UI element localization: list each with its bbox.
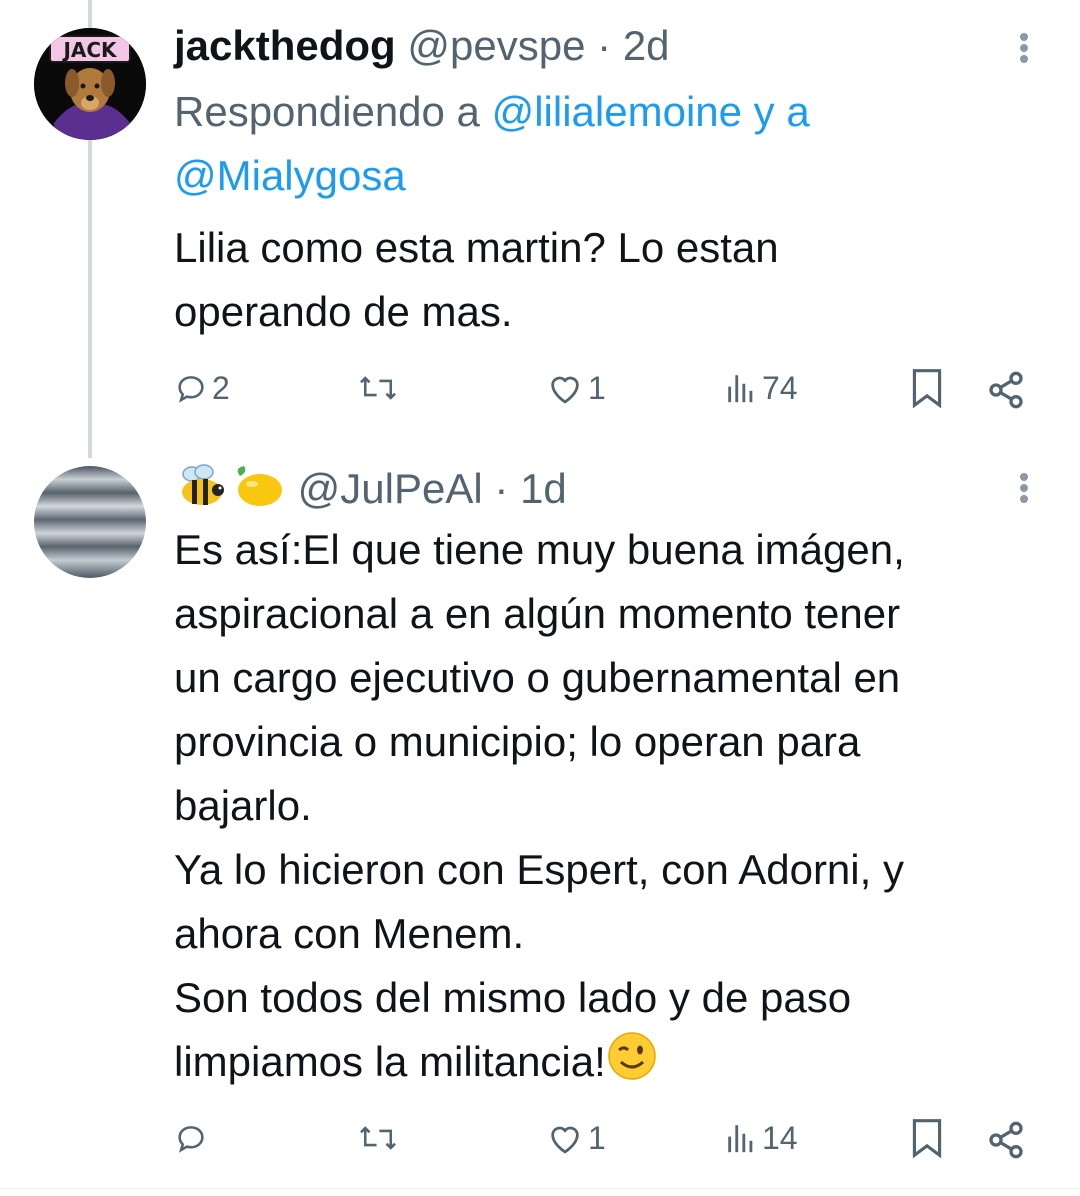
tweet-text: Es así:El que tiene muy buena imágen, as… bbox=[174, 518, 1044, 1100]
share-button[interactable] bbox=[986, 1116, 1026, 1164]
more-icon[interactable] bbox=[1016, 30, 1032, 70]
tweet-text-line: Lilia como esta martin? Lo estan bbox=[174, 224, 779, 271]
tweet-text-line: aspiracional a en algún momento tener bbox=[174, 590, 901, 637]
username[interactable]: jackthedog bbox=[174, 22, 396, 69]
mention-link[interactable]: @Mialygosa bbox=[174, 152, 406, 199]
handle[interactable]: @pevspe bbox=[407, 22, 585, 69]
views-icon bbox=[728, 375, 753, 403]
tweet-text-line: Ya lo hicieron con Espert, con Adorni, y bbox=[174, 846, 904, 893]
like-button[interactable]: 1 bbox=[546, 364, 606, 412]
reply-button[interactable]: 2 bbox=[174, 364, 230, 412]
separator: · bbox=[494, 465, 509, 513]
retweet-button[interactable] bbox=[356, 1114, 404, 1162]
bookmark-icon bbox=[912, 1119, 942, 1159]
tweet-text-line: provincia o municipio; lo operan para bbox=[174, 718, 861, 765]
reply-button[interactable] bbox=[174, 1114, 212, 1162]
share-icon bbox=[989, 1121, 1023, 1159]
lemon-emoji bbox=[230, 462, 286, 522]
more-icon[interactable] bbox=[1016, 470, 1032, 510]
like-icon bbox=[551, 376, 579, 404]
tweet-text-line: Es así:El que tiene muy buena imágen, bbox=[174, 526, 905, 573]
mention-link[interactable]: @lilialemoine bbox=[492, 88, 742, 135]
reply-icon bbox=[178, 1126, 204, 1153]
tweet-text-line: operando de mas. bbox=[174, 288, 513, 335]
views-button[interactable]: 74 bbox=[724, 364, 798, 412]
reply-icon bbox=[178, 376, 204, 403]
handle[interactable]: @JulPeAl bbox=[298, 465, 483, 512]
retweet-icon bbox=[360, 1126, 396, 1150]
avatar-label: JACK bbox=[61, 38, 118, 62]
avatar[interactable]: JACK bbox=[34, 28, 146, 140]
tweet-text-line: bajarlo. bbox=[174, 782, 312, 829]
bookmark-button[interactable] bbox=[908, 1114, 946, 1162]
tweet-text-line: ahora con Menem. bbox=[174, 910, 525, 957]
bookmark-icon bbox=[912, 369, 942, 409]
tweet-text-line: limpiamos la militancia! bbox=[174, 1038, 606, 1086]
retweet-button[interactable] bbox=[356, 364, 404, 412]
share-button[interactable] bbox=[986, 366, 1026, 414]
divider bbox=[0, 1188, 1080, 1189]
share-icon bbox=[989, 371, 1023, 409]
wink-emoji bbox=[606, 1030, 658, 1100]
reply-count: 2 bbox=[212, 369, 230, 406]
views-button[interactable]: 14 bbox=[724, 1114, 798, 1162]
tweet-header: jackthedog @pevspe · 2d bbox=[174, 20, 670, 72]
bee-emoji bbox=[174, 462, 230, 522]
like-icon bbox=[551, 1126, 579, 1154]
tweet-header: @JulPeAl · 1d bbox=[174, 462, 567, 522]
like-count: 1 bbox=[588, 1119, 606, 1156]
separator: · bbox=[597, 22, 612, 69]
reply-context: Respondiendo a @lilialemoine y a @Mialyg… bbox=[174, 80, 1034, 208]
retweet-icon bbox=[360, 376, 396, 400]
bookmark-button[interactable] bbox=[908, 364, 946, 412]
avatar[interactable] bbox=[34, 466, 146, 578]
reply-joiner: y a bbox=[753, 88, 810, 135]
like-button[interactable]: 1 bbox=[546, 1114, 606, 1162]
timestamp[interactable]: 1d bbox=[520, 465, 567, 512]
reply-prefix: Respondiendo a bbox=[174, 88, 480, 135]
timestamp[interactable]: 2d bbox=[623, 22, 670, 69]
like-count: 1 bbox=[588, 369, 606, 406]
tweet-text-line-last: limpiamos la militancia! bbox=[174, 1030, 1044, 1100]
tweet-text: Lilia como esta martin? Lo estan operand… bbox=[174, 216, 1044, 344]
views-count: 74 bbox=[762, 369, 798, 406]
views-icon bbox=[728, 1125, 753, 1153]
views-count: 14 bbox=[762, 1119, 798, 1156]
tweet-text-line: Son todos del mismo lado y de paso bbox=[174, 974, 852, 1021]
tweet-text-line: un cargo ejecutivo o gubernamental en bbox=[174, 654, 901, 701]
